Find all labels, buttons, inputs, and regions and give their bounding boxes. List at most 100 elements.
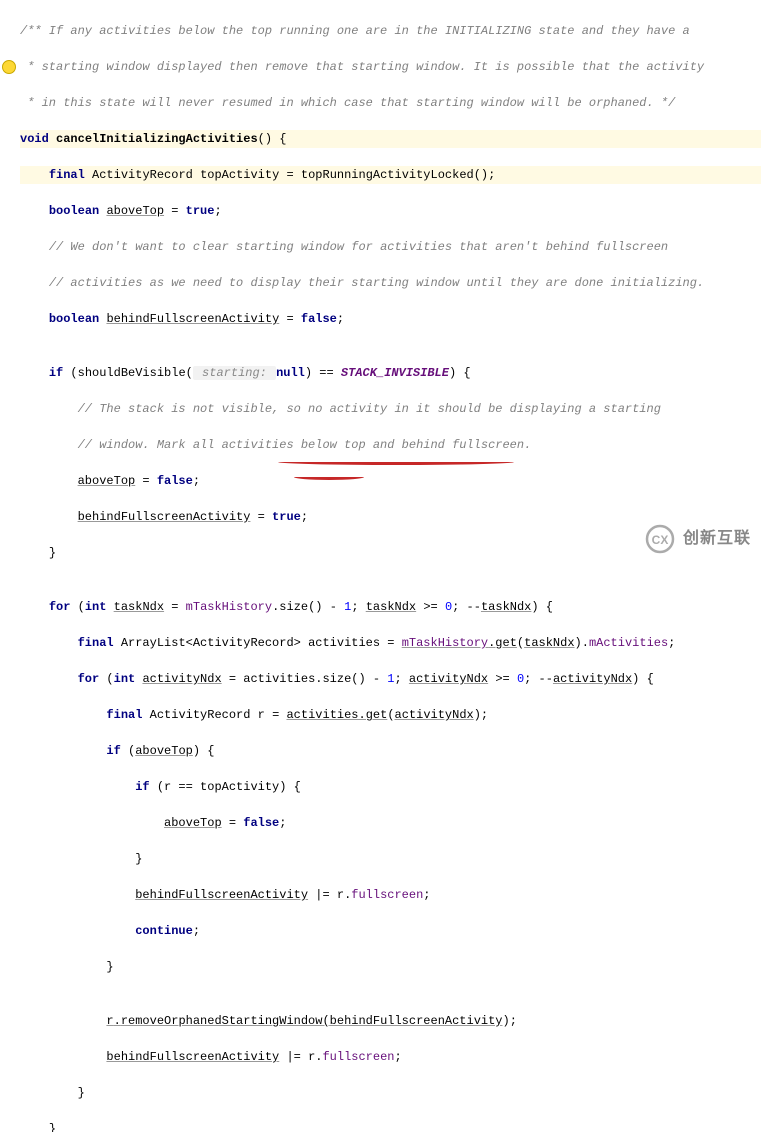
end: ); bbox=[503, 1014, 517, 1028]
semi: ; -- bbox=[452, 600, 481, 614]
end: ; bbox=[423, 888, 430, 902]
call: shouldBeVisible bbox=[78, 366, 186, 380]
full: fullscreen bbox=[322, 1050, 394, 1064]
watermark: CX 创新互联 bbox=[643, 522, 751, 556]
size: .size() - bbox=[315, 672, 387, 686]
end: ; bbox=[337, 312, 344, 326]
var: activityNdx bbox=[142, 672, 221, 686]
size: .size() - bbox=[272, 600, 344, 614]
close: ) == bbox=[305, 366, 341, 380]
plain: () { bbox=[258, 132, 287, 146]
var: behindFullscreenActivity bbox=[135, 888, 308, 902]
eq: = bbox=[279, 168, 301, 182]
open: ( bbox=[322, 1014, 329, 1028]
red-annotation-2 bbox=[294, 474, 364, 480]
brace: } bbox=[78, 1086, 85, 1100]
comment: // The stack is not visible, so no activ… bbox=[78, 402, 661, 416]
end: ; bbox=[193, 924, 200, 938]
red-annotation-1 bbox=[278, 459, 514, 465]
eq: = bbox=[250, 510, 272, 524]
keyword-void: void bbox=[20, 132, 49, 146]
or: |= bbox=[308, 888, 337, 902]
val: false bbox=[157, 474, 193, 488]
int: int bbox=[85, 600, 107, 614]
eq: = bbox=[265, 708, 287, 722]
keyword-if: if bbox=[106, 744, 120, 758]
brace: } bbox=[49, 546, 56, 560]
watermark-logo-icon: CX bbox=[643, 522, 677, 556]
keyword-if: if bbox=[49, 366, 63, 380]
keyword-boolean: boolean bbox=[49, 312, 99, 326]
full: fullscreen bbox=[351, 888, 423, 902]
type: ArrayList<ActivityRecord> bbox=[121, 636, 301, 650]
method-name: cancelInitializingActivities bbox=[56, 132, 258, 146]
type: ActivityRecord bbox=[92, 168, 193, 182]
var: aboveTop bbox=[106, 204, 164, 218]
get: .get bbox=[488, 636, 517, 650]
open: ( bbox=[121, 744, 135, 758]
call: activities bbox=[243, 672, 315, 686]
code-block: /** If any activities below the top runn… bbox=[0, 0, 761, 1132]
arg: activityNdx bbox=[395, 708, 474, 722]
comment: /** If any activities below the top runn… bbox=[20, 24, 690, 38]
semi: ; bbox=[351, 600, 365, 614]
r: r bbox=[164, 780, 171, 794]
val: false bbox=[243, 816, 279, 830]
call: activities.get bbox=[286, 708, 387, 722]
call: removeOrphanedStartingWindow bbox=[121, 1014, 323, 1028]
ge: >= bbox=[488, 672, 517, 686]
comment: // window. Mark all activities below top… bbox=[78, 438, 532, 452]
arg: taskNdx bbox=[524, 636, 574, 650]
r: r bbox=[337, 888, 344, 902]
var: behindFullscreenActivity bbox=[106, 312, 279, 326]
comment: // We don't want to clear starting windo… bbox=[49, 240, 668, 254]
semi: ; -- bbox=[524, 672, 553, 686]
keyword-boolean: boolean bbox=[49, 204, 99, 218]
field: mTaskHistory bbox=[186, 600, 272, 614]
eq: = bbox=[164, 600, 186, 614]
paren: ( bbox=[99, 672, 113, 686]
var: activityNdx bbox=[553, 672, 632, 686]
var: aboveTop bbox=[78, 474, 136, 488]
watermark-text: 创新互联 bbox=[683, 527, 751, 551]
var: aboveTop bbox=[135, 744, 193, 758]
paren: ( bbox=[70, 600, 84, 614]
eq: = bbox=[380, 636, 402, 650]
brace: } bbox=[135, 852, 142, 866]
num: 1 bbox=[344, 600, 351, 614]
or: |= bbox=[279, 1050, 308, 1064]
arg: behindFullscreenActivity bbox=[330, 1014, 503, 1028]
eq: == bbox=[171, 780, 200, 794]
keyword-for: for bbox=[49, 600, 71, 614]
num: 0 bbox=[517, 672, 524, 686]
open: ( bbox=[387, 708, 394, 722]
mact: mActivities bbox=[589, 636, 668, 650]
end: (); bbox=[474, 168, 496, 182]
eq: = bbox=[135, 474, 157, 488]
comment: * in this state will never resumed in wh… bbox=[20, 96, 675, 110]
end: ) { bbox=[193, 744, 215, 758]
param-hint: starting: bbox=[193, 366, 276, 380]
dot: . bbox=[315, 1050, 322, 1064]
dot: . bbox=[114, 1014, 121, 1028]
end: ; bbox=[279, 816, 286, 830]
field: mTaskHistory bbox=[402, 636, 488, 650]
type: ActivityRecord bbox=[150, 708, 251, 722]
svg-text:CX: CX bbox=[652, 533, 669, 547]
close: ). bbox=[575, 636, 589, 650]
open: ( bbox=[517, 636, 524, 650]
continue: continue bbox=[135, 924, 193, 938]
int: int bbox=[114, 672, 136, 686]
num: 1 bbox=[387, 672, 394, 686]
val: true bbox=[186, 204, 215, 218]
top: topActivity bbox=[200, 780, 279, 794]
brace: } bbox=[106, 960, 113, 974]
var: taskNdx bbox=[366, 600, 416, 614]
end: ; bbox=[214, 204, 221, 218]
eq: = bbox=[164, 204, 186, 218]
var: r bbox=[258, 708, 265, 722]
call: topRunningActivityLocked bbox=[301, 168, 474, 182]
brace: } bbox=[49, 1122, 56, 1132]
semi: ; bbox=[395, 672, 409, 686]
end: ) { bbox=[279, 780, 301, 794]
